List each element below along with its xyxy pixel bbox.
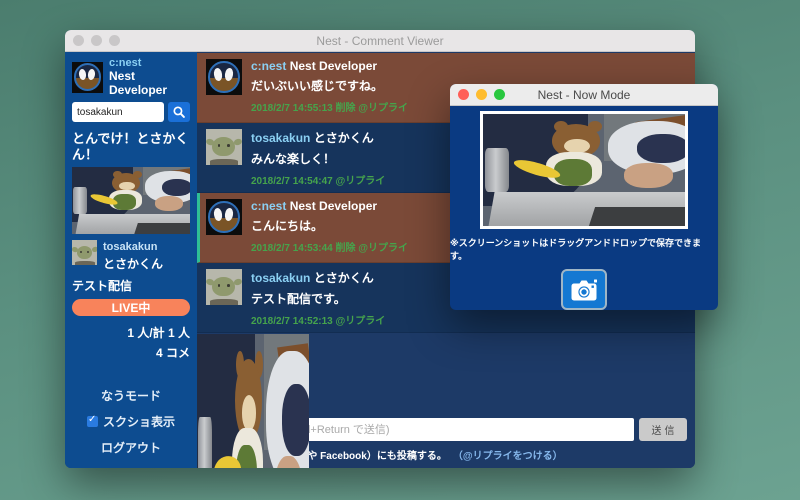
account-name: Nest Developer bbox=[109, 69, 168, 97]
broadcaster-profile: tosakakun とさかくん bbox=[72, 240, 190, 272]
account-profile: c:nest Nest Developer bbox=[72, 57, 190, 97]
yoda-avatar bbox=[206, 129, 242, 165]
main-titlebar[interactable]: Nest - Comment Viewer bbox=[65, 30, 695, 52]
stream-thumbnail bbox=[72, 167, 190, 234]
account-id: c:nest bbox=[109, 57, 142, 69]
comment-user-id: c:nest bbox=[251, 199, 287, 213]
sidebar: c:nest Nest Developer とんでけ！とさかくん！ tosaka… bbox=[65, 52, 197, 468]
cnest-avatar bbox=[72, 61, 103, 93]
comment-user-name: Nest Developer bbox=[289, 199, 378, 213]
comment-user-id: tosakakun bbox=[251, 271, 311, 285]
minimize-button[interactable] bbox=[476, 89, 487, 100]
zoom-button[interactable] bbox=[494, 89, 505, 100]
desktop: { "main_window": { "title": "Nest - Comm… bbox=[0, 0, 800, 500]
send-button[interactable]: 送信 bbox=[639, 418, 687, 441]
live-badge: LIVE中 bbox=[72, 299, 190, 316]
screenshot-note: ※スクリーンショットはドラッグアンドドロップで保存できます。 bbox=[450, 238, 701, 261]
comment-timestamp: 2018/2/7 14:54:47 bbox=[251, 176, 333, 187]
screenshot-toggle-checkbox[interactable] bbox=[86, 414, 98, 427]
comment-text: こんにちは。 bbox=[251, 219, 324, 233]
now-titlebar[interactable]: Nest - Now Mode bbox=[450, 84, 718, 106]
camera-icon bbox=[571, 279, 597, 300]
comment-timestamp: 2018/2/7 14:53:44 bbox=[251, 243, 333, 254]
cnest-avatar bbox=[206, 59, 242, 95]
sns-reply-link[interactable]: （@リプライをつける） bbox=[453, 447, 563, 462]
logout-link[interactable]: ログアウト bbox=[101, 439, 161, 456]
now-mode-window: Nest - Now Mode ※スクリーンショットはドラッグアンドドロップで保… bbox=[450, 84, 718, 310]
close-button[interactable] bbox=[458, 89, 469, 100]
comment-user-name: とさかくん bbox=[313, 271, 374, 285]
comment-count: 4 コメ bbox=[155, 346, 190, 360]
comment-user-id: c:nest bbox=[251, 59, 287, 73]
broadcaster-name: とさかくん bbox=[103, 257, 164, 271]
yoda-avatar bbox=[72, 240, 97, 265]
comment-user-name: Nest Developer bbox=[289, 59, 378, 73]
screenshot-preview[interactable] bbox=[480, 111, 688, 229]
comment-reply-link[interactable]: @リプライ bbox=[336, 316, 386, 327]
screenshot-toggle-label[interactable]: スクショ表示 bbox=[103, 413, 175, 430]
stream-subtitle: テスト配信 bbox=[72, 279, 133, 293]
capture-button[interactable] bbox=[561, 269, 607, 310]
search-icon bbox=[173, 106, 185, 118]
stream-counts: 1 人/計 1 人 4 コメ bbox=[72, 323, 190, 363]
broadcaster-id: tosakakun bbox=[103, 241, 158, 253]
comment-reply-link[interactable]: @リプライ bbox=[358, 243, 408, 254]
comment-reply-link[interactable]: @リプライ bbox=[358, 103, 408, 114]
comment-text: テスト配信です。 bbox=[251, 292, 346, 306]
now-window-controls[interactable] bbox=[458, 89, 505, 100]
search-button[interactable] bbox=[168, 102, 190, 122]
close-button[interactable] bbox=[73, 35, 84, 46]
comment-user-id: tosakakun bbox=[251, 131, 311, 145]
main-window-title: Nest - Comment Viewer bbox=[316, 33, 444, 48]
live-video-strip bbox=[197, 334, 309, 468]
viewer-count: 1 人/計 1 人 bbox=[127, 326, 190, 340]
now-mode-link[interactable]: なうモード bbox=[101, 387, 161, 404]
comment-reply-link[interactable]: @リプライ bbox=[336, 176, 386, 187]
main-window-controls[interactable] bbox=[73, 35, 120, 46]
stream-title: とんでけ！とさかくん！ bbox=[72, 131, 189, 162]
comment-delete-link[interactable]: 削除 bbox=[336, 103, 356, 114]
minimize-button[interactable] bbox=[91, 35, 102, 46]
zoom-button[interactable] bbox=[109, 35, 120, 46]
yoda-avatar bbox=[206, 269, 242, 305]
search-input[interactable] bbox=[72, 102, 164, 122]
comment-user-name: とさかくん bbox=[313, 131, 374, 145]
comment-text: だいぶいい感じですね。 bbox=[251, 79, 384, 93]
comment-delete-link[interactable]: 削除 bbox=[336, 243, 356, 254]
comment-timestamp: 2018/2/7 14:52:13 bbox=[251, 316, 333, 327]
cnest-avatar bbox=[206, 199, 242, 235]
comment-text: みんな楽しく！ bbox=[251, 152, 336, 166]
comment-timestamp: 2018/2/7 14:55:13 bbox=[251, 103, 333, 114]
